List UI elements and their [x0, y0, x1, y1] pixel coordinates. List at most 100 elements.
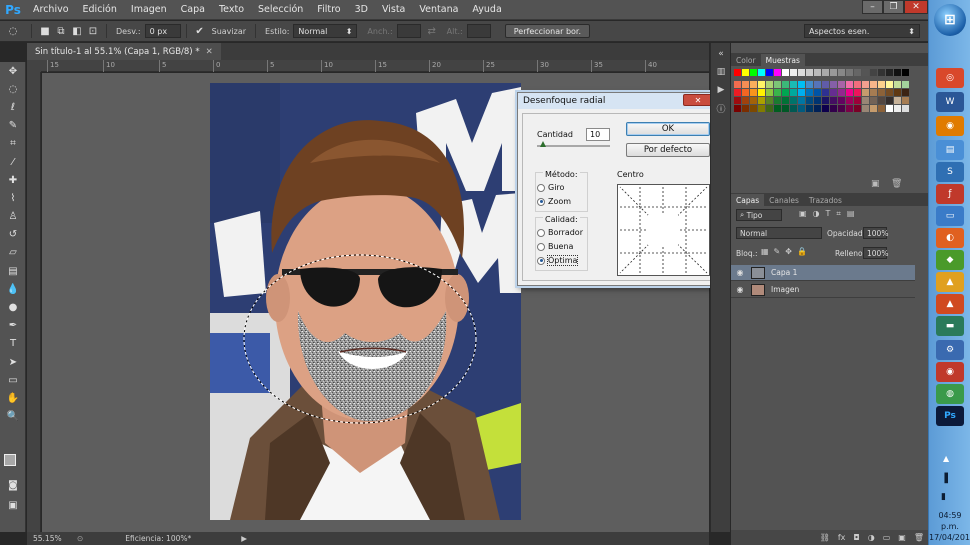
eraser-tool-icon[interactable]: ▱ [0, 244, 26, 262]
start-button[interactable]: ⊞ [934, 4, 966, 36]
menu-ayuda[interactable]: Ayuda [465, 0, 508, 20]
close-tab-icon[interactable]: ✕ [206, 47, 213, 57]
app-icon[interactable]: ▬ [936, 316, 964, 336]
color-swatch[interactable] [838, 89, 845, 96]
color-swatch[interactable] [878, 81, 885, 88]
color-swatch[interactable] [862, 97, 869, 104]
checkmark-icon[interactable]: ✔ [192, 24, 208, 38]
color-swatches[interactable] [4, 454, 22, 472]
firefox-icon[interactable]: ◉ [936, 116, 964, 136]
color-swatch[interactable] [782, 81, 789, 88]
layer-filter-icons[interactable]: ▣◑T⌗▤ [799, 209, 861, 219]
app-icon[interactable]: ⚙ [936, 340, 964, 360]
color-swatch[interactable] [894, 97, 901, 104]
style-select[interactable]: Normal ⬍ [293, 24, 358, 38]
color-swatch[interactable] [734, 81, 741, 88]
color-swatch[interactable] [766, 81, 773, 88]
color-swatch[interactable] [806, 89, 813, 96]
color-swatch[interactable] [758, 69, 765, 76]
fill-input[interactable]: 100% [863, 247, 888, 259]
delete-swatch-icon[interactable]: 🗑 [891, 179, 902, 189]
app-icon[interactable]: ◐ [936, 228, 964, 248]
tab-color[interactable]: Color [731, 54, 761, 66]
color-swatch[interactable] [742, 89, 749, 96]
layer-kind-filter[interactable]: ⌕ Tipo [736, 209, 782, 221]
color-swatch[interactable] [822, 89, 829, 96]
color-swatch[interactable] [886, 97, 893, 104]
app-icon[interactable]: ◍ [936, 384, 964, 404]
color-swatch[interactable] [846, 89, 853, 96]
amount-input[interactable]: 10 [586, 128, 610, 141]
shape-tool-icon[interactable]: ▭ [0, 371, 26, 389]
ok-button[interactable]: OK [626, 122, 710, 136]
battery-icon[interactable]: ▮ [941, 492, 946, 502]
color-swatch[interactable] [798, 97, 805, 104]
color-swatch[interactable] [806, 69, 813, 76]
minimize-button[interactable]: – [862, 0, 883, 14]
color-swatch[interactable] [846, 97, 853, 104]
quality-option-buena[interactable]: Buena [537, 242, 573, 251]
pen-tool-icon[interactable]: ✒ [0, 317, 26, 335]
skype-icon[interactable]: S [936, 162, 964, 182]
color-swatch[interactable] [766, 89, 773, 96]
color-swatch[interactable] [894, 89, 901, 96]
zoom-level[interactable]: 55.15% [33, 534, 69, 543]
color-swatch[interactable] [750, 89, 757, 96]
restore-button[interactable]: ❐ [883, 0, 904, 14]
color-swatch[interactable] [774, 105, 781, 112]
method-option-zoom[interactable]: Zoom [537, 197, 571, 206]
color-swatch[interactable] [806, 97, 813, 104]
color-swatch[interactable] [758, 89, 765, 96]
color-swatch[interactable] [822, 105, 829, 112]
color-swatch[interactable] [814, 97, 821, 104]
subtract-selection-icon[interactable]: ◧ [69, 24, 85, 38]
tab-muestras[interactable]: Muestras [760, 54, 805, 66]
color-swatch[interactable] [830, 105, 837, 112]
color-swatch[interactable] [790, 105, 797, 112]
swap-icon[interactable]: ⇄ [424, 24, 440, 38]
color-swatch[interactable] [846, 69, 853, 76]
color-swatch[interactable] [870, 105, 877, 112]
app-icon[interactable]: ◆ [936, 250, 964, 270]
feather-input[interactable]: 0 px [144, 24, 181, 38]
photoshop-taskbar-icon[interactable]: Ps [936, 406, 964, 426]
type-tool-icon[interactable]: T [0, 335, 26, 353]
color-swatch[interactable] [798, 89, 805, 96]
menu-vista[interactable]: Vista [375, 0, 412, 20]
width-input[interactable] [396, 24, 421, 38]
brush-tool-icon[interactable]: ⌇ [0, 189, 26, 207]
link-layers-icon[interactable]: ⛓ [820, 533, 830, 542]
explorer-icon[interactable]: ▤ [936, 140, 964, 160]
radio-optima[interactable] [537, 256, 545, 265]
new-group-icon[interactable]: ▭ [883, 533, 891, 542]
color-swatch[interactable] [878, 105, 885, 112]
color-swatch[interactable] [878, 69, 885, 76]
color-swatch[interactable] [846, 81, 853, 88]
color-swatch[interactable] [870, 81, 877, 88]
color-swatch[interactable] [838, 97, 845, 104]
color-swatch[interactable] [830, 89, 837, 96]
color-swatch[interactable] [902, 69, 909, 76]
color-swatch[interactable] [854, 97, 861, 104]
color-swatch[interactable] [790, 89, 797, 96]
tray-arrow-icon[interactable]: ▲ [943, 454, 949, 463]
color-swatch[interactable] [854, 89, 861, 96]
color-swatch[interactable] [742, 69, 749, 76]
gradient-tool-icon[interactable]: ▤ [0, 262, 26, 280]
status-menu-arrow-icon[interactable]: ▶ [241, 534, 247, 543]
color-swatch[interactable] [750, 105, 757, 112]
flash-icon[interactable]: ƒ [936, 184, 964, 204]
delete-layer-icon[interactable]: 🗑 [914, 533, 924, 542]
new-layer-icon[interactable]: ▣ [898, 533, 906, 542]
color-swatch[interactable] [734, 89, 741, 96]
crop-tool-icon[interactable]: ⌗ [0, 135, 26, 153]
color-swatch[interactable] [790, 69, 797, 76]
color-swatch[interactable] [838, 105, 845, 112]
color-swatch[interactable] [886, 69, 893, 76]
path-select-tool-icon[interactable]: ➤ [0, 353, 26, 371]
network-icon[interactable]: ▐ [941, 474, 948, 484]
add-selection-icon[interactable]: ⧉ [53, 24, 69, 38]
adjustment-layer-icon[interactable]: ◑ [868, 533, 875, 542]
clone-stamp-tool-icon[interactable]: ♙ [0, 208, 26, 226]
color-swatch[interactable] [886, 89, 893, 96]
